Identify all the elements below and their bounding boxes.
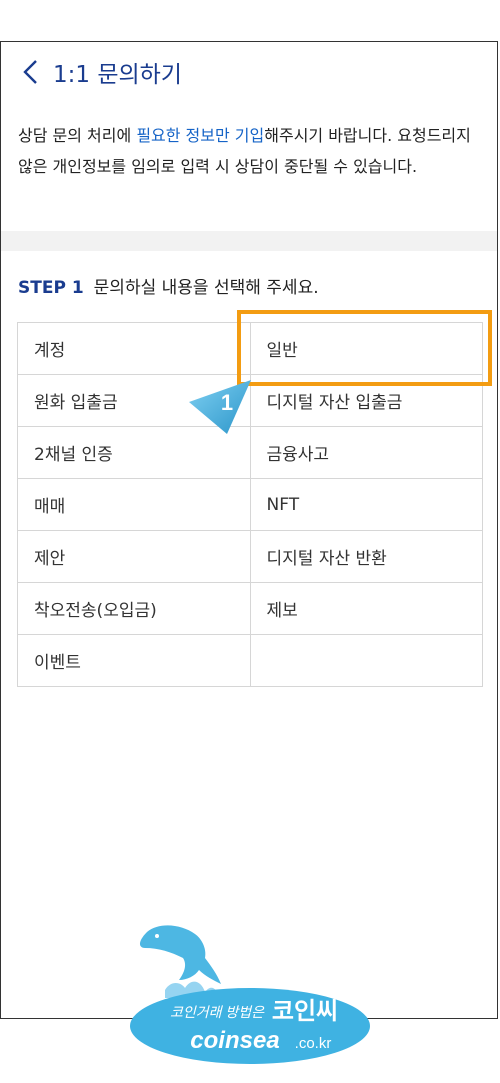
top-bar: 1:1 문의하기 [1,42,497,102]
notice-text-start: 상담 문의 처리에 [18,126,137,145]
category-row: 매매 NFT [17,478,483,531]
step-text: 문의하실 내용을 선택해 주세요. [93,278,319,298]
step-heading: STEP 1 문의하실 내용을 선택해 주세요. [18,273,319,298]
category-empty-cell [249,634,483,687]
page-title: 1:1 문의하기 [53,62,182,88]
category-suggestion[interactable]: 제안 [17,530,251,583]
category-account[interactable]: 계정 [17,322,251,375]
watermark-brand-en: coinsea [190,1027,279,1054]
section-divider [1,231,497,251]
category-financial-accident[interactable]: 금융사고 [249,426,483,479]
coinsea-watermark: 코인거래 방법은 코인씨 coinsea .co.kr [130,925,370,1064]
watermark-brand-kr: 코인씨 [272,998,338,1025]
step-label: STEP 1 [18,278,84,298]
category-mistaken-transfer[interactable]: 착오전송(오입금) [17,582,251,635]
category-event[interactable]: 이벤트 [17,634,251,687]
annotation-highlight-box [237,310,492,386]
category-row: 착오전송(오입금) 제보 [17,582,483,635]
notice-text: 상담 문의 처리에 필요한 정보만 기입해주시기 바랍니다. 요청드리지 않은 … [18,120,478,182]
chevron-left-icon[interactable] [19,59,43,85]
dolphin-icon [140,925,221,998]
notice-highlight: 필요한 정보만 기입 [136,126,265,145]
category-row: 제안 디지털 자산 반환 [17,530,483,583]
category-report[interactable]: 제보 [249,582,483,635]
watermark-domain: .co.kr [295,1035,332,1052]
category-nft[interactable]: NFT [249,478,483,531]
category-digital-asset-return[interactable]: 디지털 자산 반환 [249,530,483,583]
category-trading[interactable]: 매매 [17,478,251,531]
watermark-line1: 코인거래 방법은 [170,1004,265,1020]
pointer-arrow-icon: 1 [189,380,251,434]
app-screen: 1:1 문의하기 상담 문의 처리에 필요한 정보만 기입해주시기 바랍니다. … [0,41,498,1019]
annotation-number: 1 [221,390,233,415]
category-row: 이벤트 [17,634,483,687]
